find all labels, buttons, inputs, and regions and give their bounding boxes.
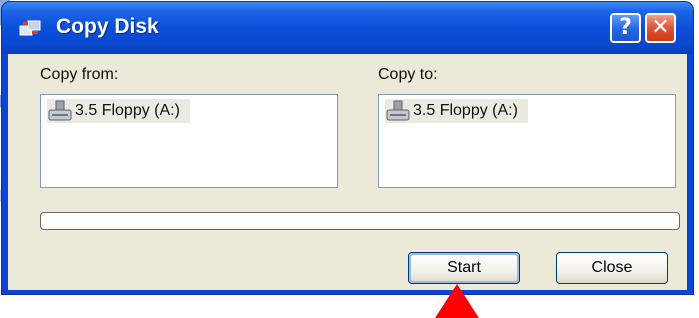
close-button[interactable]: Close [556,252,668,284]
dialog-client-area: Copy from: 3.5 Floppy (A:) Copy to: 3.5 … [8,54,687,290]
copy-progress-bar [40,212,680,230]
copy-to-item-label: 3.5 Floppy (A:) [413,102,518,119]
copy-from-label: Copy from: [40,66,119,83]
title-bar[interactable]: Copy Disk ? ✕ [2,2,693,54]
floppy-drive-icon [386,100,410,121]
copy-disk-icon [19,20,41,36]
copy-to-label: Copy to: [378,66,438,83]
pointer-arrow [435,284,479,318]
copy-from-list[interactable]: 3.5 Floppy (A:) [40,94,338,188]
floppy-drive-icon [48,100,72,121]
help-icon: ? [619,15,632,40]
start-button[interactable]: Start [408,252,520,284]
copy-from-item-label: 3.5 Floppy (A:) [75,102,180,119]
copy-to-list[interactable]: 3.5 Floppy (A:) [378,94,676,188]
help-button[interactable]: ? [610,13,641,43]
copy-to-item[interactable]: 3.5 Floppy (A:) [385,99,528,123]
title-close-button[interactable]: ✕ [645,13,676,43]
copy-from-item[interactable]: 3.5 Floppy (A:) [47,99,190,123]
window-title: Copy Disk [56,15,159,38]
close-icon: ✕ [651,15,670,40]
copy-disk-dialog: Copy Disk ? ✕ Copy from: 3.5 Floppy (A:)… [2,2,693,294]
